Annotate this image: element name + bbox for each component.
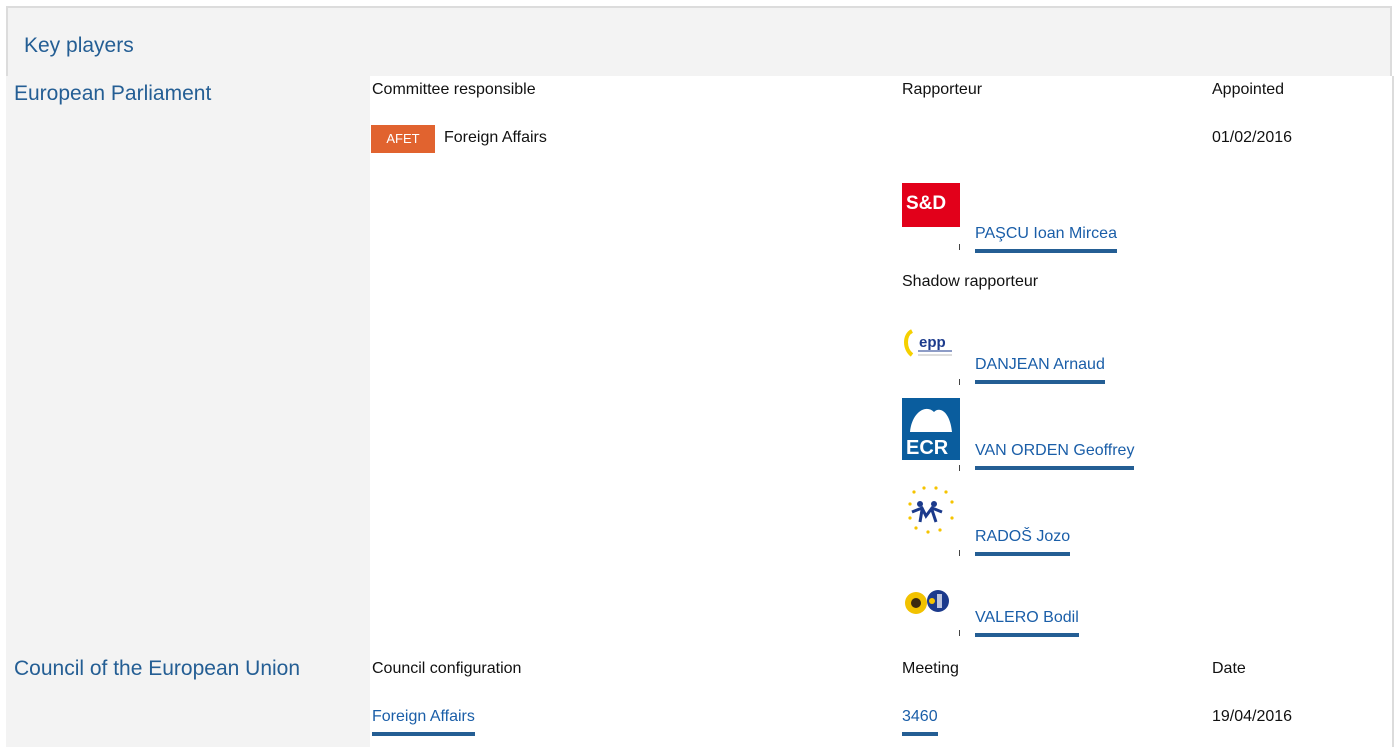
category-european-parliament: European Parliament: [14, 82, 212, 105]
shadow-rapporteur-link-1[interactable]: DANJEAN Arnaud: [975, 356, 1105, 384]
appointed-header: Appointed: [1212, 81, 1285, 98]
rapporteur-link[interactable]: PAŞCU Ioan Mircea: [975, 225, 1117, 253]
sd-group-logo: S&D: [902, 183, 960, 227]
logo-tick: [959, 550, 960, 556]
efdd-group-logo: [902, 482, 960, 540]
logo-tick: [959, 244, 960, 250]
panel-right-border: [1392, 76, 1394, 747]
meeting-header: Meeting: [902, 660, 959, 677]
panel-title: Key players: [24, 34, 134, 57]
council-date: 19/04/2016: [1212, 708, 1293, 725]
category-council: Council of the European Union: [14, 657, 301, 680]
panel-header: Key players: [6, 6, 1392, 76]
committee-code-badge: AFET: [371, 125, 435, 153]
shadow-rapporteur-link-2[interactable]: VAN ORDEN Geoffrey: [975, 442, 1135, 470]
rapporteur-header: Rapporteur: [902, 81, 983, 98]
committee-responsible-header: Committee responsible: [372, 81, 536, 98]
greens-efa-group-logo: [902, 586, 960, 620]
shadow-rapporteur-link-3[interactable]: RADOŠ Jozo: [975, 528, 1071, 556]
appointed-date: 01/02/2016: [1212, 129, 1293, 146]
council-configuration-header: Council configuration: [372, 660, 522, 677]
logo-tick: [959, 465, 960, 471]
logo-tick: [959, 630, 960, 636]
svg-text:epp: epp: [919, 334, 946, 351]
svg-text:ECR: ECR: [906, 437, 949, 459]
key-players-panel: Key players European Parliament Council …: [0, 0, 1397, 747]
epp-group-logo: epp: [902, 327, 960, 371]
date-header: Date: [1212, 660, 1246, 677]
shadow-rapporteur-header: Shadow rapporteur: [902, 273, 1039, 290]
meeting-link[interactable]: 3460: [902, 708, 938, 736]
council-configuration-link[interactable]: Foreign Affairs: [372, 708, 475, 736]
category-column: European Parliament Council of the Europ…: [6, 76, 370, 747]
logo-tick: [959, 379, 960, 385]
ecr-group-logo: ECR: [902, 398, 960, 460]
shadow-rapporteur-link-4[interactable]: VALERO Bodil: [975, 609, 1079, 637]
committee-name: Foreign Affairs: [444, 129, 547, 146]
